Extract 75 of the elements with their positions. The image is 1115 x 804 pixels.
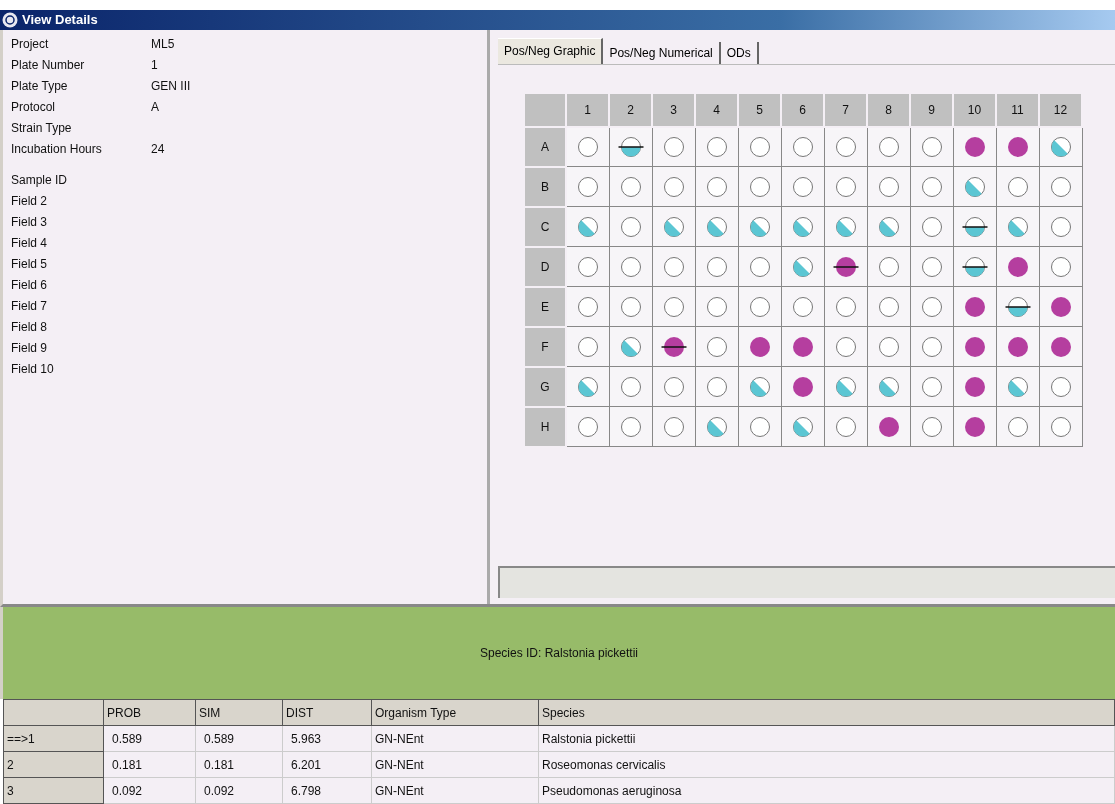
field-label: Plate Number xyxy=(11,58,86,73)
field-label: Project xyxy=(11,37,50,52)
field-label: Strain Type xyxy=(11,121,73,136)
table-cell: 0.092 xyxy=(195,777,283,804)
column-header: DIST xyxy=(282,699,372,726)
field-value: 24 xyxy=(151,142,165,157)
table-cell: 0.181 xyxy=(195,751,283,778)
struck-half-circle-icon xyxy=(961,215,988,238)
field-label: Field 5 xyxy=(11,257,49,272)
struck-half-circle-icon xyxy=(961,255,988,278)
row-header: F xyxy=(524,326,566,367)
column-header: PROB xyxy=(103,699,196,726)
field-label: Field 4 xyxy=(11,236,49,251)
table-cell: Roseomonas cervicalis xyxy=(538,751,1115,778)
table-cell: 5.963 xyxy=(282,725,372,752)
table-cell: 6.798 xyxy=(282,777,372,804)
column-header: 10 xyxy=(953,92,996,127)
table-cell: 6.201 xyxy=(282,751,372,778)
app-logo-icon xyxy=(2,11,18,28)
row-header[interactable]: 2 xyxy=(3,751,104,778)
field-label: Field 7 xyxy=(11,299,49,314)
field-label: Plate Type xyxy=(11,79,69,94)
column-header: 5 xyxy=(738,92,781,127)
column-header: 8 xyxy=(867,92,910,127)
column-header: 9 xyxy=(910,92,953,127)
window-title: View Details xyxy=(22,12,98,28)
column-header: 1 xyxy=(566,92,609,127)
row-header: G xyxy=(524,366,566,407)
field-value: A xyxy=(151,100,159,115)
field-label: Sample ID xyxy=(11,173,69,188)
field-label: Incubation Hours xyxy=(11,142,103,157)
column-header: SIM xyxy=(195,699,283,726)
field-label: Field 6 xyxy=(11,278,49,293)
table-cell: GN-NEnt xyxy=(371,777,539,804)
field-label: Field 3 xyxy=(11,215,49,230)
column-header: Species xyxy=(538,699,1115,726)
row-header: E xyxy=(524,286,566,327)
table-cell: GN-NEnt xyxy=(371,725,539,752)
field-label: Field 10 xyxy=(11,362,55,377)
field-value: ML5 xyxy=(151,37,175,52)
table-cell: GN-NEnt xyxy=(371,751,539,778)
field-label: Field 2 xyxy=(11,194,49,209)
table-cell: 0.181 xyxy=(103,751,196,778)
field-label: Field 8 xyxy=(11,320,49,335)
field-value: 1 xyxy=(151,58,158,73)
field-value: GEN III xyxy=(151,79,191,94)
tab[interactable]: Pos/Neg Graphic xyxy=(498,37,604,64)
row-header: A xyxy=(524,126,566,167)
table-cell: Pseudomonas aeruginosa xyxy=(538,777,1115,804)
struck-filled-circle-icon xyxy=(832,255,859,278)
table-cell: 0.589 xyxy=(195,725,283,752)
struck-half-circle-icon xyxy=(1004,295,1031,318)
column-header: 4 xyxy=(695,92,738,127)
field-label: Protocol xyxy=(11,100,57,115)
species-id-text: Species ID: Ralstonia pickettii xyxy=(479,646,639,661)
table-cell: 0.092 xyxy=(103,777,196,804)
table-cell: 0.589 xyxy=(103,725,196,752)
struck-half-circle-icon xyxy=(617,136,644,158)
row-header: D xyxy=(524,246,566,287)
table-cell: Ralstonia pickettii xyxy=(538,725,1115,752)
corner-cell xyxy=(524,92,566,127)
row-header: H xyxy=(524,406,566,447)
struck-filled-circle-icon xyxy=(660,335,687,358)
row-header: C xyxy=(524,206,566,247)
column-header: Organism Type xyxy=(371,699,539,726)
column-header: 7 xyxy=(824,92,867,127)
column-header: 2 xyxy=(609,92,652,127)
column-header: 11 xyxy=(996,92,1039,127)
row-header[interactable]: ==>1 xyxy=(3,725,104,752)
column-header: 3 xyxy=(652,92,695,127)
row-header: B xyxy=(524,166,566,207)
column-header: 6 xyxy=(781,92,824,127)
column-header: 12 xyxy=(1039,92,1082,127)
row-header[interactable]: 3 xyxy=(3,777,104,804)
field-label: Field 9 xyxy=(11,341,49,356)
